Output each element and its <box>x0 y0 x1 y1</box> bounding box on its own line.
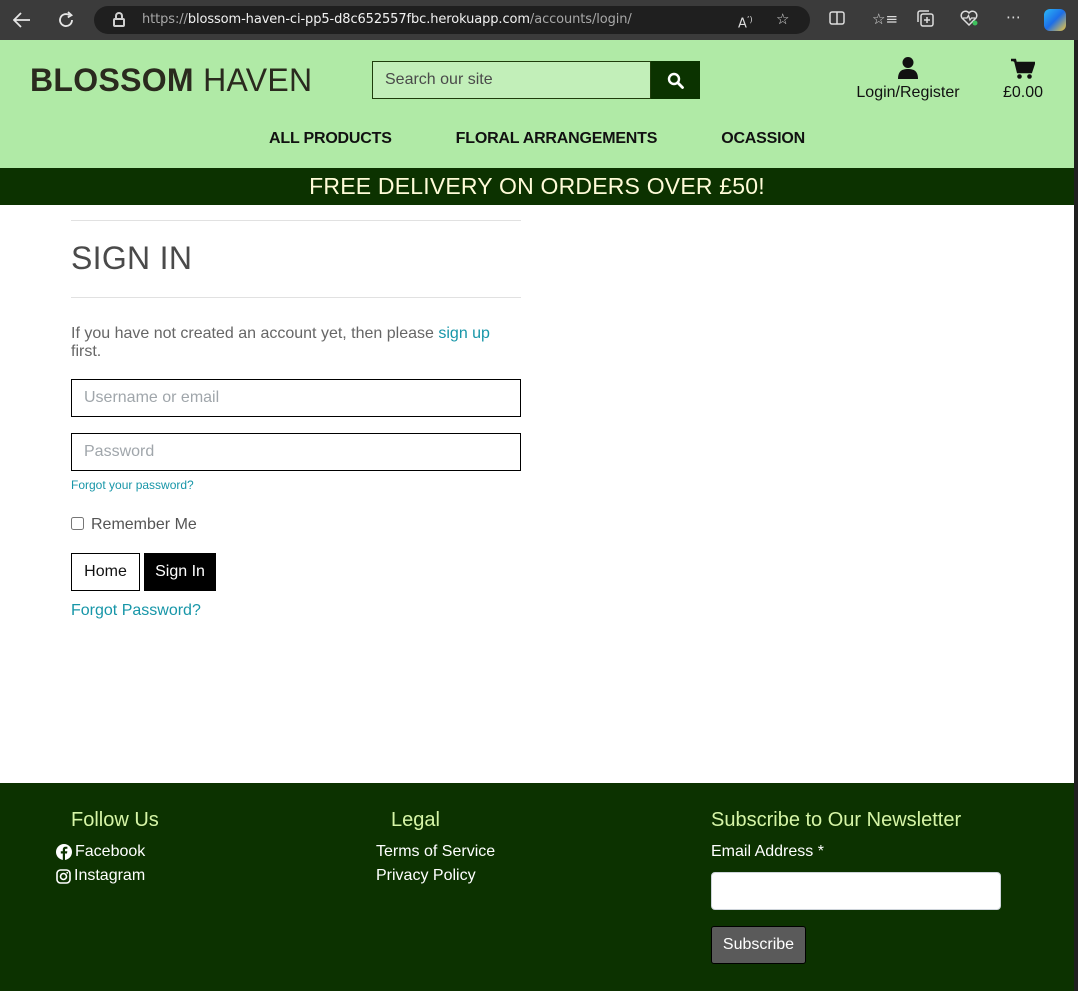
terms-link[interactable]: Terms of Service <box>376 843 495 861</box>
split-screen-icon[interactable] <box>829 10 845 31</box>
password-input[interactable] <box>71 433 521 471</box>
home-button[interactable]: Home <box>71 553 140 591</box>
delivery-banner: FREE DELIVERY ON ORDERS OVER £50! <box>0 168 1074 205</box>
site-logo[interactable]: BLOSSOM HAVEN <box>30 62 312 99</box>
search-input[interactable] <box>372 61 651 99</box>
cart-link[interactable]: £0.00 <box>994 54 1052 102</box>
signin-section: SIGN IN If you have not created an accou… <box>71 220 521 620</box>
remember-me[interactable]: Remember Me <box>71 516 521 534</box>
search-icon <box>667 72 684 89</box>
back-arrow-icon[interactable] <box>11 9 33 31</box>
account-label: Login/Register <box>856 84 960 101</box>
instagram-icon <box>56 868 71 884</box>
nav-ocassion[interactable]: OCASSION <box>721 130 805 148</box>
site-header: BLOSSOM HAVEN Login/Register £0.00 ALL P… <box>0 40 1074 168</box>
more-options-icon[interactable]: ⋯ <box>1006 7 1021 27</box>
shopping-cart-icon <box>994 54 1052 80</box>
favorites-icon[interactable]: ☆≡ <box>872 9 898 29</box>
cart-total: £0.00 <box>1002 84 1044 101</box>
signup-prompt: If you have not created an account yet, … <box>71 325 490 360</box>
site-footer: Follow Us Facebook Instagram Legal Terms… <box>0 783 1074 991</box>
web-page: BLOSSOM HAVEN Login/Register £0.00 ALL P… <box>0 40 1074 991</box>
browser-toolbar: https://blossom-haven-ci-pp5-d8c652557fb… <box>0 0 1078 40</box>
forgot-password-button-link[interactable]: Forgot Password? <box>71 602 201 620</box>
divider <box>71 297 521 298</box>
newsletter-heading: Subscribe to Our Newsletter <box>711 809 962 831</box>
follow-us-heading: Follow Us <box>71 809 159 831</box>
button-row: Home Sign In <box>71 553 521 591</box>
privacy-link[interactable]: Privacy Policy <box>376 867 476 885</box>
url-text: https://blossom-haven-ci-pp5-d8c652557fb… <box>142 12 632 27</box>
instagram-link[interactable]: Instagram <box>56 867 145 885</box>
main-nav: ALL PRODUCTS FLORAL ARRANGEMENTS OCASSIO… <box>0 130 1074 148</box>
page-title: SIGN IN <box>71 240 193 276</box>
search-form <box>372 61 700 99</box>
username-input[interactable] <box>71 379 521 417</box>
window-edge <box>1074 40 1078 991</box>
collections-icon[interactable] <box>917 10 934 32</box>
copilot-icon[interactable] <box>1044 9 1066 31</box>
remember-me-checkbox[interactable] <box>71 517 84 530</box>
lock-icon <box>112 12 126 28</box>
remember-me-label: Remember Me <box>91 516 197 533</box>
divider <box>71 220 521 221</box>
nav-all-products[interactable]: ALL PRODUCTS <box>269 130 392 148</box>
forgot-password-link[interactable]: Forgot your password? <box>71 478 194 492</box>
subscribe-button[interactable]: Subscribe <box>711 926 806 964</box>
refresh-icon[interactable] <box>55 9 77 31</box>
account-link[interactable]: Login/Register <box>852 54 964 102</box>
legal-heading: Legal <box>391 809 440 831</box>
nav-floral-arrangements[interactable]: FLORAL ARRANGEMENTS <box>456 130 658 148</box>
email-label: Email Address * <box>711 843 824 860</box>
browser-essentials-icon[interactable] <box>960 10 978 31</box>
signin-button[interactable]: Sign In <box>144 553 216 591</box>
favorite-star-icon[interactable]: ☆ <box>776 9 789 29</box>
signup-link[interactable]: sign up <box>438 325 490 342</box>
search-button[interactable] <box>651 61 700 99</box>
newsletter-email-input[interactable] <box>711 872 1001 910</box>
read-aloud-icon[interactable]: Aʼ) <box>738 10 753 34</box>
user-icon <box>852 54 964 80</box>
facebook-link[interactable]: Facebook <box>56 843 145 861</box>
address-bar[interactable]: https://blossom-haven-ci-pp5-d8c652557fb… <box>94 6 810 34</box>
facebook-icon <box>56 844 72 860</box>
